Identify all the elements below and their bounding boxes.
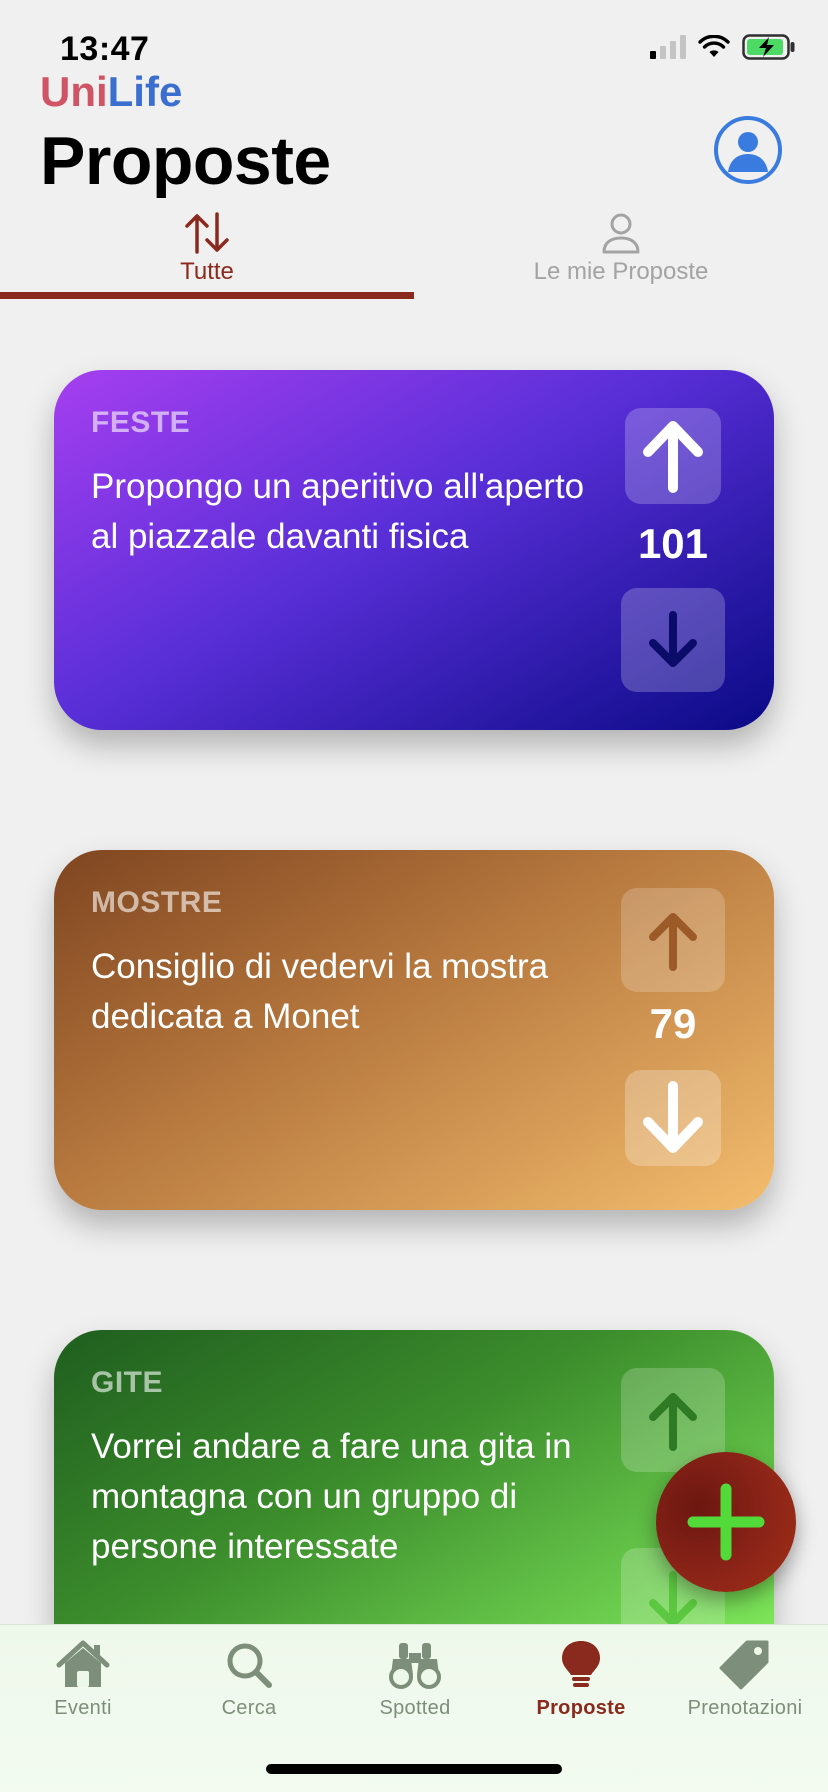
nav-label: Eventi [54,1697,112,1719]
nav-item-proposte[interactable]: Proposte [498,1639,664,1720]
nav-item-prenotazioni[interactable]: Prenotazioni [662,1639,828,1720]
status-icons [650,34,796,60]
tab-le-mie-proposte[interactable]: Le mie Proposte [414,206,828,302]
arrow-up-icon [649,913,697,971]
proposal-card[interactable]: MOSTRE Consiglio di vedervi la mostra de… [54,850,774,1210]
proposal-category: MOSTRE [91,886,223,919]
proposal-card[interactable]: GITE Vorrei andare a fare una gita in mo… [54,1330,774,1630]
upvote-button[interactable] [621,888,725,992]
profile-button[interactable] [714,116,782,184]
nav-label: Prenotazioni [687,1697,803,1719]
battery-charging-icon [742,34,795,60]
plus-icon [687,1483,765,1561]
add-proposal-button[interactable] [656,1452,796,1592]
brand-logo: UniLife [40,68,183,115]
downvote-button[interactable] [621,588,725,692]
nav-item-spotted[interactable]: Spotted [332,1639,498,1720]
tab-bar: Tutte Le mie Proposte [0,206,828,302]
proposal-category: FESTE [91,406,191,439]
proposal-card[interactable]: FESTE Propongo un aperitivo all'aperto a… [54,370,774,730]
arrow-up-icon [649,1393,697,1451]
nav-item-cerca[interactable]: Cerca [166,1639,332,1720]
tab-tutte-label: Tutte [180,258,234,285]
tag-icon [719,1640,769,1690]
home-indicator [266,1764,562,1774]
lightbulb-icon [562,1641,600,1687]
nav-label: Spotted [379,1697,451,1719]
tab-le-mie-proposte-label: Le mie Proposte [533,258,709,285]
vote-count: 101 [637,520,709,567]
user-avatar-icon [728,132,768,172]
active-tab-indicator [0,292,414,299]
wifi-icon [698,35,730,57]
binoculars-icon [389,1643,441,1689]
downvote-button[interactable] [625,1070,721,1166]
arrows-up-down-icon [185,212,229,254]
vote-count: 79 [649,1000,697,1047]
magnifier-icon [227,1643,272,1688]
proposal-category: GITE [91,1366,164,1399]
proposal-text: Propongo un aperitivo all'aperto al piaz… [91,467,585,556]
page-title: Proposte [40,123,331,199]
person-icon [602,213,640,254]
status-time: 13:47 [60,30,150,68]
nav-label: Proposte [536,1697,626,1719]
arrow-down-icon [643,1081,703,1153]
nav-label: Cerca [221,1697,277,1719]
tab-tutte[interactable]: Tutte [0,206,414,302]
arrow-up-icon [643,421,703,493]
proposal-text: Vorrei andare a fare una gita in montagn… [91,1427,572,1566]
cellular-signal-icon [650,35,686,59]
arrow-down-icon [649,611,697,667]
house-icon [56,1640,110,1687]
upvote-button[interactable] [625,408,721,504]
nav-item-eventi[interactable]: Eventi [0,1639,166,1720]
proposal-text: Consiglio di vedervi la mostra dedicata … [91,947,549,1036]
